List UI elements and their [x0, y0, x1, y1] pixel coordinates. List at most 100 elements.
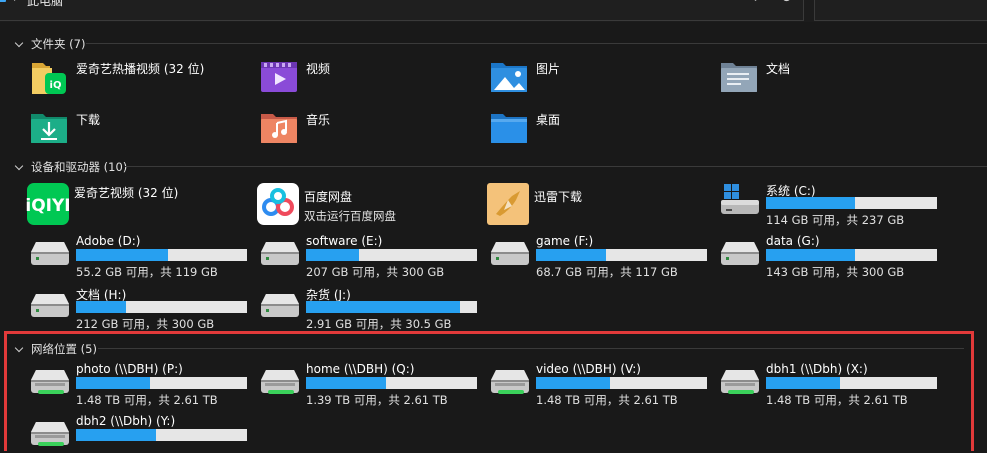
folder-label: 视频 [306, 62, 331, 76]
folder-label: 爱奇艺热播视频 (32 位) [76, 62, 205, 76]
refresh-icon[interactable]: ↻ [780, 0, 793, 6]
search-box[interactable] [814, 0, 987, 21]
usage-bar [536, 377, 707, 389]
chevron-down-icon [14, 343, 24, 352]
folder-desktop[interactable]: 桌面 [490, 109, 560, 145]
computer-icon [0, 0, 6, 2]
drive-free-space: 207 GB 可用，共 300 GB [306, 265, 445, 279]
usage-bar [766, 377, 937, 389]
app-iqiyi[interactable]: iQIYI 爱奇艺视频 (32 位) [25, 182, 179, 226]
music-folder-icon [260, 109, 298, 145]
drive-free-space: 114 GB 可用，共 237 GB [766, 213, 905, 227]
documents-folder-icon [720, 58, 758, 94]
usage-bar-fill [76, 249, 169, 261]
drive-free-space: 1.48 TB 可用，共 2.61 TB [76, 393, 218, 407]
usage-bar-fill [76, 301, 126, 313]
usage-bar-fill [306, 301, 460, 313]
folder-label: 桌面 [536, 113, 561, 127]
address-bar[interactable]: › 此电脑 ⌵ ↻ [0, 0, 804, 21]
folder-iqiyi-hot[interactable]: iQ 爱奇艺热播视频 (32 位) [30, 58, 204, 94]
pictures-folder-icon [490, 58, 528, 94]
hard-drive-icon [30, 234, 70, 270]
downloads-folder-icon [30, 109, 68, 145]
usage-bar [76, 429, 247, 441]
usage-bar [306, 301, 477, 313]
section-header-devices[interactable]: 设备和驱动器 (10) [14, 159, 128, 175]
section-header-folders[interactable]: 文件夹 (7) [14, 36, 86, 52]
network-drive-icon [30, 362, 70, 398]
network-drive-icon [260, 362, 300, 398]
app-xunlei[interactable]: 迅雷下载 [486, 182, 582, 226]
address-bar-area: › 此电脑 ⌵ ↻ [0, 0, 987, 22]
svg-text:iQIYI: iQIYI [26, 196, 70, 216]
xunlei-app-icon [486, 182, 530, 226]
folder-label: 图片 [536, 62, 561, 76]
app-label: 百度网盘 [304, 190, 353, 204]
network-drive-icon [490, 362, 530, 398]
drive-name: Adobe (D:) [76, 234, 141, 248]
baidu-netdisk-icon [256, 182, 300, 226]
drive-free-space: 55.2 GB 可用，共 119 GB [76, 265, 218, 279]
folder-documents[interactable]: 文档 [720, 58, 790, 94]
svg-text:iQ: iQ [50, 80, 62, 91]
drive-free-space: 1.39 TB 可用，共 2.61 TB [306, 393, 448, 407]
drive-name: video (\\DBH) (V:) [536, 362, 641, 376]
chevron-down-icon [14, 161, 24, 170]
folder-music[interactable]: 音乐 [260, 109, 330, 145]
folder-pictures[interactable]: 图片 [490, 58, 560, 94]
divider [125, 166, 987, 167]
drive-free-space: 68.7 GB 可用，共 117 GB [536, 265, 678, 279]
section-title: 网络位置 (5) [31, 342, 97, 356]
drive-name: dbh2 (\\Dbh) (Y:) [76, 414, 176, 428]
usage-bar [306, 249, 477, 261]
folder-downloads[interactable]: 下载 [30, 109, 100, 145]
usage-bar-fill [76, 429, 157, 441]
divider [86, 43, 987, 44]
chevron-right-icon[interactable]: › [13, 0, 18, 6]
usage-bar [76, 377, 247, 389]
network-drive-icon [30, 414, 70, 450]
folder-label: 文档 [766, 62, 791, 76]
hard-drive-icon [490, 234, 530, 270]
network-drive-icon [720, 362, 760, 398]
drive-free-space: 212 GB 可用，共 300 GB [76, 317, 215, 331]
usage-bar-fill [536, 249, 607, 261]
breadcrumb[interactable]: 此电脑 [27, 0, 63, 9]
section-title: 设备和驱动器 (10) [31, 160, 128, 174]
usage-bar-fill [306, 249, 359, 261]
hard-drive-icon [260, 286, 300, 322]
usage-bar-fill [766, 197, 855, 209]
drive-name: home (\\DBH) (Q:) [306, 362, 415, 376]
usage-bar [766, 249, 937, 261]
usage-bar [766, 197, 937, 209]
usage-bar [306, 377, 477, 389]
app-baidu-netdisk[interactable]: 百度网盘 双击运行百度网盘 [256, 182, 396, 226]
section-title: 文件夹 (7) [31, 37, 86, 51]
app-sublabel: 双击运行百度网盘 [304, 209, 396, 223]
app-label: 爱奇艺视频 (32 位) [74, 186, 179, 200]
drive-free-space: 1.48 TB 可用，共 2.61 TB [766, 393, 908, 407]
chevron-down-icon[interactable]: ⌵ [751, 0, 760, 5]
drive-free-space: 1.48 TB 可用，共 2.61 TB [536, 393, 678, 407]
desktop-folder-icon [490, 109, 528, 145]
usage-bar [76, 249, 247, 261]
usage-bar-fill [536, 377, 610, 389]
iqiyi-app-icon: iQIYI [25, 182, 71, 226]
app-label: 迅雷下载 [534, 190, 583, 204]
section-header-network[interactable]: 网络位置 (5) [14, 341, 97, 357]
folder-label: 音乐 [306, 113, 331, 127]
hard-drive-icon [30, 286, 70, 322]
usage-bar-fill [766, 377, 840, 389]
drive-name: game (F:) [536, 234, 594, 248]
divider [98, 348, 964, 349]
usage-bar-fill [306, 377, 387, 389]
drive-free-space: 143 GB 可用，共 300 GB [766, 265, 905, 279]
hard-drive-icon [720, 234, 760, 270]
windows-drive-icon [720, 182, 760, 218]
drive-name: data (G:) [766, 234, 820, 248]
chevron-down-icon [14, 38, 24, 47]
folder-videos[interactable]: 视频 [260, 58, 330, 94]
hard-drive-icon [260, 234, 300, 270]
iqiyi-folder-icon: iQ [30, 58, 68, 94]
usage-bar-fill [76, 377, 150, 389]
